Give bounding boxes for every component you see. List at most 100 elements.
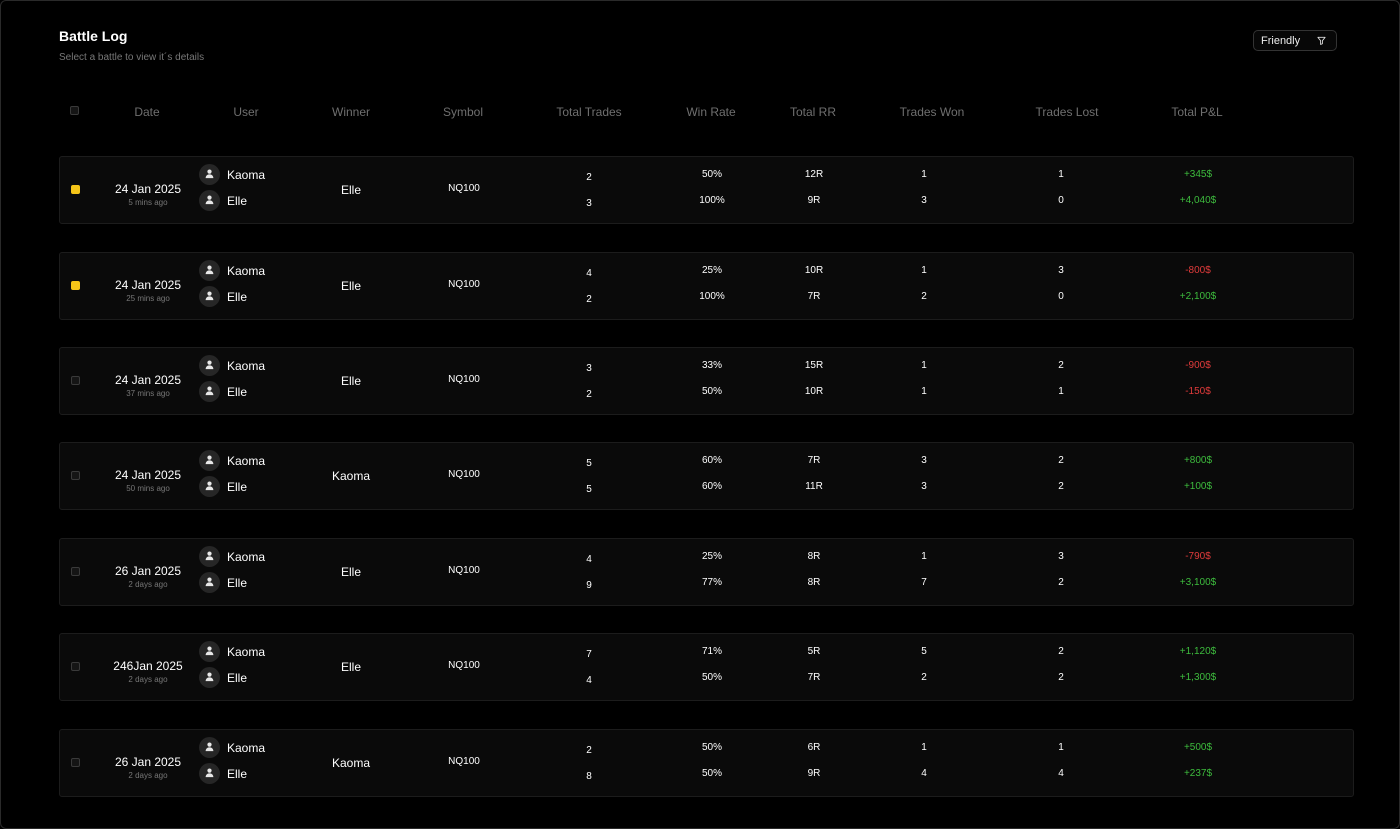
battle-date: 24 Jan 2025: [114, 278, 182, 292]
total-trades: 4: [586, 675, 592, 686]
row-checkbox[interactable]: [71, 567, 80, 576]
trades-won: 1: [921, 265, 927, 276]
total-trades: 2: [586, 172, 592, 183]
user-name: Elle: [227, 767, 248, 781]
trades-lost: 4: [1058, 768, 1064, 779]
total-pnl: +500$: [1183, 742, 1213, 753]
total-pnl: -800$: [1185, 265, 1211, 276]
row-checkbox[interactable]: [71, 662, 80, 671]
column-header-symbol: Symbol: [442, 105, 484, 119]
win-rate: 77%: [701, 577, 723, 588]
user-name: Elle: [227, 480, 248, 494]
battle-time-ago: 25 mins ago: [126, 294, 170, 303]
total-trades: 7: [586, 649, 592, 660]
row-checkbox[interactable]: [71, 376, 80, 385]
total-rr: 8R: [807, 551, 821, 562]
battle-time-ago: 5 mins ago: [128, 198, 168, 207]
trades-won: 2: [921, 672, 927, 683]
battle-time-ago: 50 mins ago: [126, 484, 170, 493]
symbol: NQ100: [448, 183, 480, 194]
user-avatar: [199, 572, 220, 593]
user-icon: [204, 262, 215, 280]
total-rr: 5R: [807, 646, 821, 657]
battle-time-ago: 2 days ago: [128, 771, 168, 780]
user-icon: [204, 574, 215, 592]
win-rate: 33%: [701, 360, 723, 371]
battle-date: 24 Jan 2025: [114, 373, 182, 387]
total-trades: 2: [586, 389, 592, 400]
user-avatar: [199, 190, 220, 211]
battle-date: 24 Jan 2025: [114, 468, 182, 482]
trades-lost: 2: [1058, 455, 1064, 466]
battle-time-ago: 2 days ago: [128, 675, 168, 684]
row-checkbox[interactable]: [71, 758, 80, 767]
total-pnl: +3,100$: [1179, 577, 1217, 588]
user-avatar: [199, 641, 220, 662]
trades-won: 3: [921, 481, 927, 492]
win-rate: 50%: [701, 386, 723, 397]
trades-lost: 3: [1058, 265, 1064, 276]
battle-row[interactable]: 24 Jan 2025 5 mins ago Elle NQ100 Kaoma 2 50% 1…: [59, 156, 1354, 224]
user-avatar: [199, 476, 220, 497]
user-icon: [204, 643, 215, 661]
battle-row[interactable]: 246Jan 2025 2 days ago Elle NQ100 Kaoma 7 71% 5…: [59, 633, 1354, 701]
symbol: NQ100: [448, 660, 480, 671]
total-pnl: +345$: [1183, 169, 1213, 180]
total-pnl: +2,100$: [1179, 291, 1217, 302]
total-trades: 8: [586, 771, 592, 782]
battle-row[interactable]: 26 Jan 2025 2 days ago Elle NQ100 Kaoma 4 25% 8…: [59, 538, 1354, 606]
total-trades: 4: [586, 268, 592, 279]
row-checkbox[interactable]: [71, 471, 80, 480]
total-pnl: +1,300$: [1179, 672, 1217, 683]
win-rate: 71%: [701, 646, 723, 657]
trades-won: 1: [921, 360, 927, 371]
total-trades: 3: [586, 363, 592, 374]
battle-time-ago: 37 mins ago: [126, 389, 170, 398]
filter-icon: [1317, 36, 1326, 45]
select-all-checkbox[interactable]: [70, 106, 79, 115]
total-rr: 7R: [807, 455, 821, 466]
total-pnl: +800$: [1183, 455, 1213, 466]
battle-row[interactable]: 26 Jan 2025 2 days ago Kaoma NQ100 Kaoma 2 50%…: [59, 729, 1354, 797]
total-rr: 15R: [804, 360, 824, 371]
filter-dropdown[interactable]: Friendly: [1253, 30, 1337, 51]
trades-won: 1: [921, 551, 927, 562]
battle-row[interactable]: 24 Jan 2025 37 mins ago Elle NQ100 Kaoma 3 33%…: [59, 347, 1354, 415]
trades-won: 4: [921, 768, 927, 779]
battle-row[interactable]: 24 Jan 2025 50 mins ago Kaoma NQ100 Kaoma 5 60…: [59, 442, 1354, 510]
row-checkbox[interactable]: [71, 281, 80, 290]
total-pnl: -150$: [1185, 386, 1211, 397]
total-pnl: -900$: [1185, 360, 1211, 371]
winner-name: Kaoma: [331, 756, 371, 770]
row-checkbox[interactable]: [71, 185, 80, 194]
win-rate: 50%: [701, 169, 723, 180]
user-icon: [204, 288, 215, 306]
win-rate: 50%: [701, 672, 723, 683]
user-avatar: [199, 546, 220, 567]
battle-date: 24 Jan 2025: [114, 182, 182, 196]
trades-lost: 1: [1058, 742, 1064, 753]
user-avatar: [199, 286, 220, 307]
user-avatar: [199, 450, 220, 471]
user-avatar: [199, 737, 220, 758]
user-avatar: [199, 260, 220, 281]
battle-date: 26 Jan 2025: [114, 755, 182, 769]
user-icon: [204, 452, 215, 470]
user-name: Kaoma: [227, 741, 266, 755]
winner-name: Elle: [340, 183, 362, 197]
trades-lost: 2: [1058, 672, 1064, 683]
total-rr: 8R: [807, 577, 821, 588]
user-icon: [204, 383, 215, 401]
user-icon: [204, 765, 215, 783]
win-rate: 25%: [701, 265, 723, 276]
user-name: Elle: [227, 671, 248, 685]
winner-name: Elle: [340, 565, 362, 579]
column-header-winner: Winner: [331, 105, 371, 119]
win-rate: 100%: [699, 195, 725, 206]
column-header-total-p-l: Total P&L: [1171, 105, 1223, 119]
user-icon: [204, 166, 215, 184]
user-name: Kaoma: [227, 645, 266, 659]
battle-row[interactable]: 24 Jan 2025 25 mins ago Elle NQ100 Kaoma 4 25%…: [59, 252, 1354, 320]
user-icon: [204, 192, 215, 210]
user-name: Kaoma: [227, 168, 266, 182]
